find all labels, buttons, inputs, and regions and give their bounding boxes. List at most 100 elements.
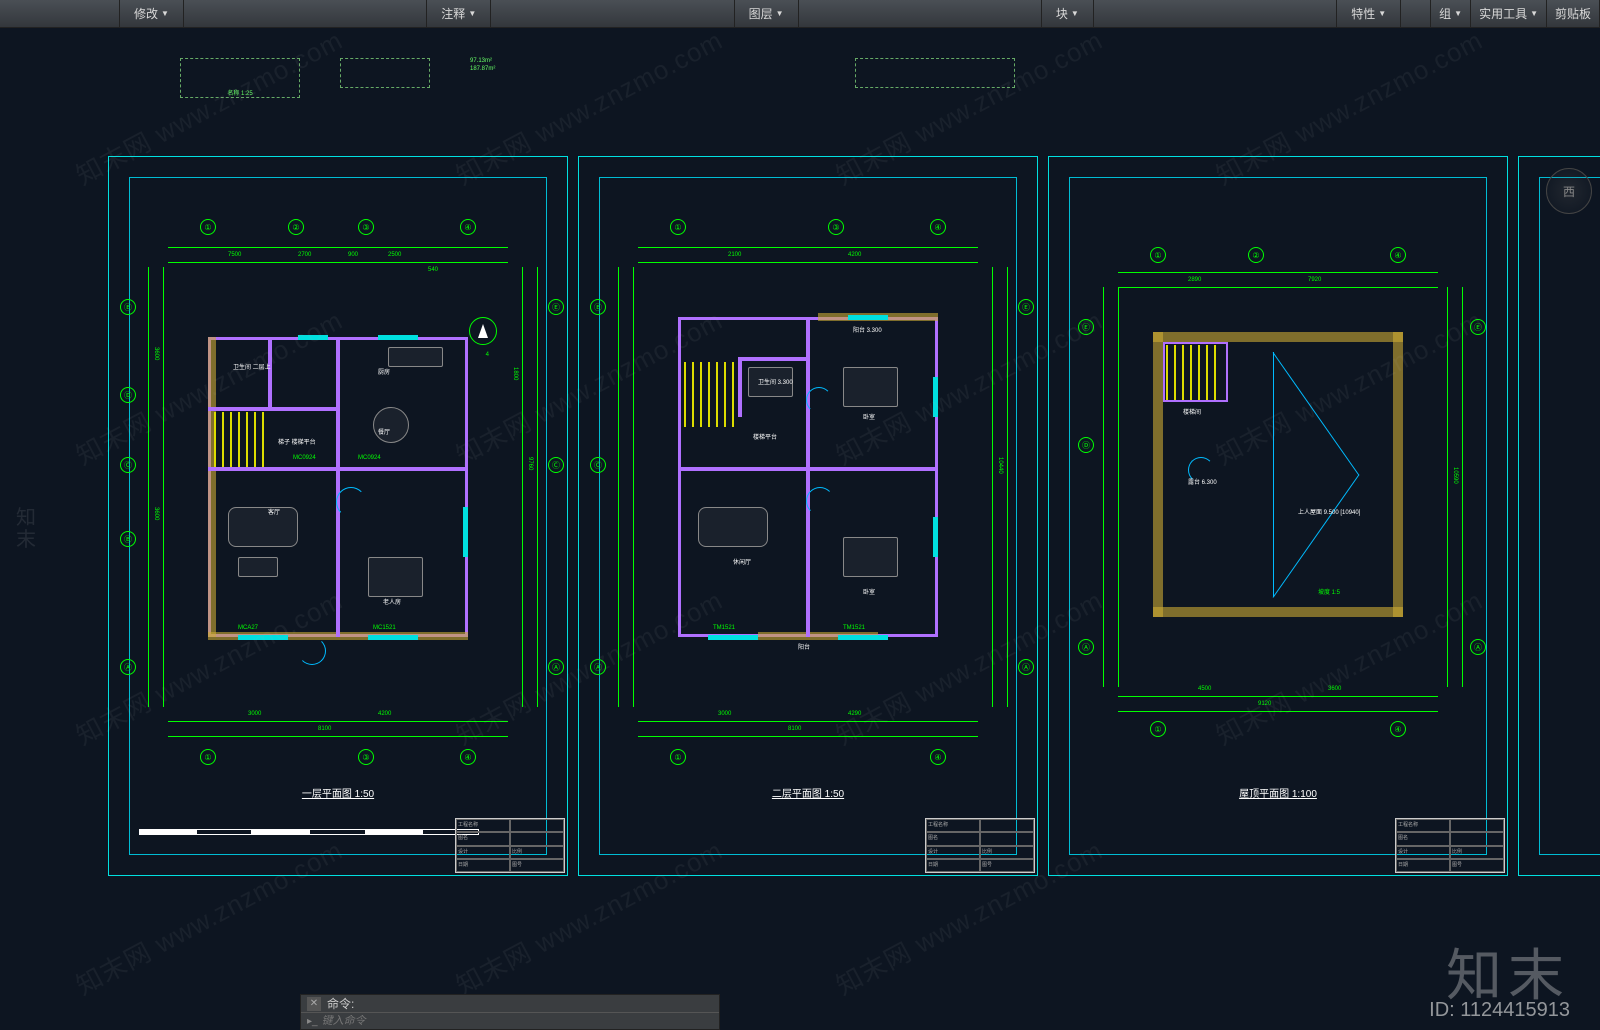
dim-line [168, 736, 508, 737]
ribbon-panel-utilities[interactable]: 实用工具▼ [1471, 0, 1547, 27]
room-label: 上人屋面 9.500 [10940] [1298, 507, 1360, 516]
room-label: 客厅 [268, 507, 280, 516]
window [368, 635, 418, 640]
dim-line [537, 267, 538, 707]
dim-line [168, 721, 508, 722]
kitchen-counter [388, 347, 443, 367]
room-label: 厨房 [378, 367, 390, 376]
command-input[interactable] [322, 1015, 713, 1027]
dim-value: 2500 [388, 252, 401, 258]
drawing-sheet-4 [1518, 156, 1600, 876]
ribbon-panel-modify[interactable]: 修改▼ [120, 0, 184, 27]
dim-line [638, 262, 978, 263]
ridge-line [1273, 352, 1360, 475]
staircase [214, 412, 269, 467]
slope-note: 坡度 1:5 [1318, 587, 1340, 596]
dim-value: 7500 [228, 252, 241, 258]
grid-bubble: Ⓑ [120, 531, 136, 547]
grid-bubble: ① [1150, 247, 1166, 263]
grid-bubble: Ⓒ [548, 457, 564, 473]
command-label: 命令: [327, 995, 354, 1012]
dim-value: 2100 [728, 252, 741, 258]
dim-line [522, 267, 523, 707]
room-label: 卫生间 3.300 [758, 377, 793, 386]
grid-bubble: ① [1150, 721, 1166, 737]
inner-wall [738, 357, 808, 361]
dim-line [992, 267, 993, 707]
grid-bubble: ③ [358, 749, 374, 765]
ribbon-panel-group[interactable]: 组▼ [1431, 0, 1471, 27]
dim-value: 4500 [1198, 686, 1211, 692]
room-label: 休闲厅 [733, 557, 751, 566]
inner-wall [208, 467, 468, 471]
parapet [1153, 332, 1403, 342]
view-cube[interactable]: 西 [1546, 168, 1592, 214]
ribbon-panel-clipboard[interactable]: 剪贴板 [1547, 0, 1600, 27]
north-label: 4 [486, 352, 489, 358]
dim-value: 4290 [848, 711, 861, 717]
grid-bubble: ③ [358, 219, 374, 235]
drawing-sheet-1: 4 ① ② ③ ④ ① ③ ④ Ⓐ Ⓑ Ⓒ Ⓓ Ⓔ Ⓐ Ⓒ Ⓔ [108, 156, 568, 876]
window [378, 335, 418, 340]
ribbon-spacer [184, 0, 427, 27]
dim-value: 4200 [848, 252, 861, 258]
room-label: 餐厅 [378, 427, 390, 436]
bed [843, 367, 898, 407]
grid-bubble: Ⓐ [1470, 639, 1486, 655]
sheet-frame [1539, 177, 1600, 855]
dim-value: 3600 [153, 347, 159, 360]
dim-value: 900 [348, 252, 358, 258]
dim-line [633, 267, 634, 707]
room-label: 梯子 楼梯平台 [278, 437, 316, 446]
grid-bubble: ① [670, 749, 686, 765]
dim-value: 2700 [298, 252, 311, 258]
window-tag: MCA27 [238, 625, 258, 631]
ridge-line [1273, 475, 1360, 598]
ribbon-spacer [1094, 0, 1337, 27]
grid-bubble: Ⓔ [590, 299, 606, 315]
ribbon-panel-properties[interactable]: 特性▼ [1337, 0, 1401, 27]
window-tag: MC1521 [373, 625, 396, 631]
dim-line [168, 247, 508, 248]
room-label: 老人房 [383, 597, 401, 606]
window [238, 635, 288, 640]
staircase [684, 362, 739, 427]
window [708, 635, 758, 640]
room-label: 阳台 3.300 [853, 325, 882, 334]
drawing-title: 一层平面图 1:50 [302, 785, 374, 800]
ribbon-panel-layers[interactable]: 图层▼ [735, 0, 799, 27]
title-block: 工程名称 图名 设计比例 日期图号 [925, 818, 1035, 873]
chevron-down-icon: ▼ [1454, 9, 1462, 18]
window-tag: TM1521 [843, 625, 865, 631]
dining-table [373, 407, 409, 443]
dim-line [168, 262, 508, 263]
dim-value: 8100 [318, 726, 331, 732]
inner-wall [208, 407, 336, 411]
drawing-canvas[interactable]: 名称 1:25 97.13m²187.87m² 4 ① ② ③ ④ [0, 28, 1600, 1030]
command-line-panel: ✕ 命令: ▸_ [300, 994, 720, 1030]
room-label: 露台 6.300 [1188, 477, 1217, 486]
grid-bubble: Ⓒ [120, 457, 136, 473]
dim-value: 7920 [1308, 277, 1321, 283]
grid-bubble: Ⓒ [590, 457, 606, 473]
floor-plan-2: ① ③ ④ ① ④ Ⓐ Ⓒ Ⓔ Ⓔ Ⓐ 2100 4200 3000 8100 … [678, 307, 938, 667]
door [806, 387, 832, 413]
staircase [1166, 345, 1216, 400]
inner-wall [268, 337, 272, 407]
grid-bubble: Ⓐ [548, 659, 564, 675]
inner-wall [678, 467, 938, 471]
door [298, 637, 326, 665]
window-tag: MC0924 [358, 455, 381, 461]
room-label: 卧室 [863, 587, 875, 596]
ribbon-panel-annotate[interactable]: 注释▼ [427, 0, 491, 27]
ribbon-panel-block[interactable]: 块▼ [1042, 0, 1094, 27]
ref-box [340, 58, 430, 88]
grid-bubble: ① [200, 219, 216, 235]
dim-line [163, 267, 164, 707]
bed [368, 557, 423, 597]
dim-value: 9120 [1258, 701, 1271, 707]
close-icon[interactable]: ✕ [307, 997, 321, 1011]
dim-line [1447, 287, 1448, 687]
grid-bubble: ② [288, 219, 304, 235]
grid-bubble: Ⓔ [1470, 319, 1486, 335]
